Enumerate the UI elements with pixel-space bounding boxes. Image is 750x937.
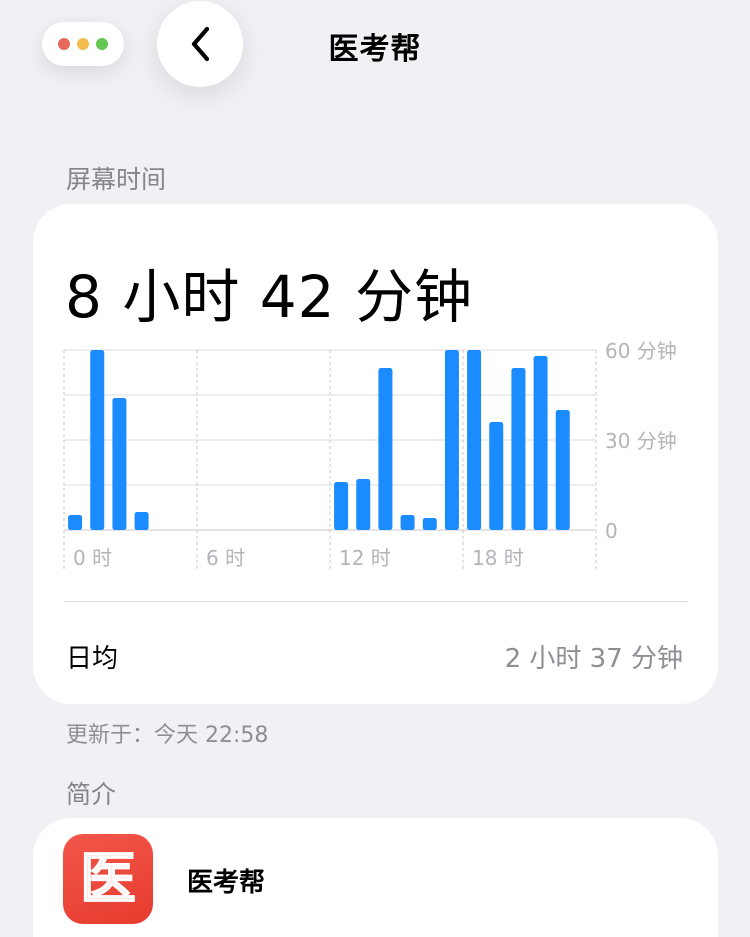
bar-hour-13 [356, 479, 371, 530]
x-tick-label: 6 时 [206, 546, 245, 570]
y-tick-label: 30 分钟 [605, 429, 677, 453]
page-title: 医考帮 [328, 32, 422, 67]
bar-hour-17 [444, 350, 459, 530]
bar-hour-16 [422, 518, 437, 530]
bar-hour-3 [134, 512, 149, 530]
y-tick-label: 0 [605, 519, 618, 543]
screen-time-card: 8 小时 42 分钟 0 时6 时 12 时 18 时 60 分钟 30 分钟 0 日均 … [33, 204, 718, 704]
bar-hour-19 [489, 422, 504, 530]
bar-hour-20 [511, 368, 526, 530]
app-intro-card[interactable]: 医 医考帮 [33, 818, 718, 937]
daily-average-label: 日均 [66, 644, 119, 674]
bar-hour-1 [90, 350, 105, 530]
x-tick-label: 12 时 [339, 546, 391, 570]
bar-hour-18 [467, 350, 482, 530]
app-name: 医考帮 [187, 868, 266, 898]
bar-hour-12 [334, 482, 349, 530]
screen-time-section-label: 屏幕时间 [66, 165, 167, 194]
x-tick-label: 0 时 [73, 546, 112, 570]
bar-hour-0 [68, 515, 83, 530]
bar-hour-22 [555, 410, 570, 530]
bar-hour-15 [400, 515, 415, 530]
y-tick-label: 60 分钟 [605, 339, 677, 363]
app-logo-icon: 医 [80, 847, 137, 913]
bar-hour-2 [112, 398, 127, 530]
divider [64, 601, 687, 602]
app-icon: 医 [63, 834, 153, 924]
svg-text:医: 医 [80, 847, 136, 912]
hourly-usage-chart: 0 时 6 时 12 时 18 时 60 分钟 30 分钟 0 [63, 339, 677, 570]
bar-hour-21 [533, 356, 548, 530]
bar-hour-14 [378, 368, 393, 530]
updated-timestamp: 更新于：今天 22:58 [66, 723, 269, 748]
x-tick-label: 18 时 [472, 546, 524, 570]
daily-average-value: 2 小时 37 分钟 [504, 644, 683, 674]
intro-section-label: 简介 [66, 780, 117, 809]
